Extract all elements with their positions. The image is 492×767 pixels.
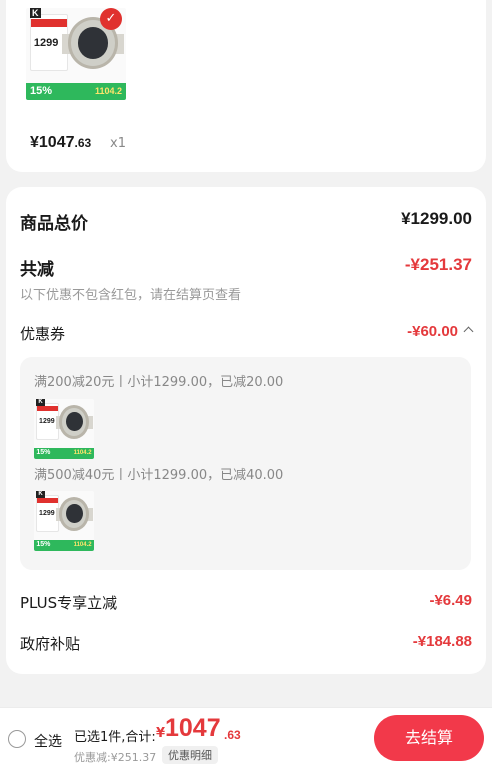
product-card: 1299 K ✓ 15% 1104.2 ¥1047.63 x1: [6, 0, 486, 172]
select-all-radio[interactable]: [8, 730, 26, 748]
total-reduce-label: 共减: [20, 260, 54, 280]
coupon-details: 满200减20元丨小计1299.00，已减20.00 1299 K 15% 110…: [20, 357, 471, 570]
plus-discount-label: PLUS专享立减: [20, 594, 118, 612]
promo-badge-price: 1104.2: [73, 450, 92, 457]
promo-badge-price: 1104.2: [73, 542, 92, 549]
product-thumbnail[interactable]: 1299 K ✓ 15% 1104.2: [26, 8, 126, 100]
subsidy-label: 政府补贴: [20, 635, 81, 653]
brand-logo-icon: K: [30, 8, 41, 18]
subsidy-value: -¥184.88: [412, 633, 472, 650]
coupon-value-text: -¥60.00: [407, 323, 458, 340]
total-amount-int: 1047: [165, 714, 221, 742]
promo-badge-percent: 15%: [30, 85, 53, 98]
coupon-product-thumbnail-2: 1299 K 15% 1104.2: [34, 491, 94, 551]
coupon-value[interactable]: -¥60.00: [407, 323, 474, 340]
check-badge-icon: ✓: [100, 8, 122, 31]
item-price-int: ¥1047: [30, 134, 75, 151]
plus-discount-row: PLUS专享立减 -¥6.49: [20, 592, 472, 614]
coupon-row[interactable]: 优惠券 -¥60.00: [20, 323, 474, 345]
coupon-label: 优惠券: [20, 325, 66, 343]
total-reduce-value: -¥251.37: [404, 255, 472, 274]
smartwatch-icon: [59, 497, 90, 531]
promo-badge-percent: 15%: [36, 449, 51, 457]
total-reduce-row: 共减 -¥251.37: [20, 255, 472, 280]
thumb-price-tag: 1299: [39, 417, 55, 425]
checkout-bar: 全选 已选1件,合计: ¥ 1047 .63 优惠减:¥251.37 优惠明细 …: [0, 707, 492, 767]
thumb-price-tag: 1299: [33, 36, 59, 49]
discount-note-text: 以下优惠不包含红包，请在结算页查看: [20, 288, 242, 303]
discount-note: 以下优惠不包含红包，请在结算页查看: [20, 284, 472, 303]
total-currency: ¥: [156, 726, 166, 741]
select-all-label[interactable]: 全选: [34, 731, 62, 751]
price-breakdown-card: 商品总价 ¥1299.00 共减 -¥251.37 以下优惠不包含红包，请在结算…: [6, 187, 486, 674]
smartwatch-icon: [59, 405, 90, 439]
discount-detail-button[interactable]: 优惠明细: [162, 746, 218, 764]
promo-badge-percent: 15%: [36, 541, 51, 549]
discount-summary: 优惠减:¥251.37: [74, 751, 157, 764]
item-quantity: x1: [110, 136, 126, 151]
total-price-value: ¥1299.00: [401, 209, 472, 228]
promo-green-bar: 15% 1104.2: [26, 83, 126, 100]
subsidy-row: 政府补贴 -¥184.88: [20, 633, 472, 655]
box-red-band: [31, 18, 67, 27]
coupon-product-thumbnail-1: 1299 K 15% 1104.2: [34, 399, 94, 459]
brand-logo-icon: K: [36, 399, 45, 406]
item-price: ¥1047.63: [30, 134, 91, 152]
selected-count-text: 已选1件,合计:: [74, 730, 156, 745]
promo-badge-price: 1104.2: [94, 86, 122, 97]
coupon-line-1: 满200减20元丨小计1299.00，已减20.00: [34, 375, 284, 390]
brand-logo-icon: K: [36, 491, 45, 498]
coupon-line-2: 满500减40元丨小计1299.00，已减40.00: [34, 468, 284, 483]
total-amount-cents: .63: [224, 728, 241, 742]
item-price-cents: .63: [74, 136, 92, 150]
plus-discount-value: -¥6.49: [429, 592, 472, 609]
chevron-up-icon[interactable]: [463, 326, 474, 337]
total-price-row: 商品总价 ¥1299.00: [20, 209, 472, 234]
thumb-price-tag: 1299: [39, 509, 55, 517]
checkout-button[interactable]: 去结算: [374, 715, 484, 761]
total-price-label: 商品总价: [20, 214, 88, 234]
